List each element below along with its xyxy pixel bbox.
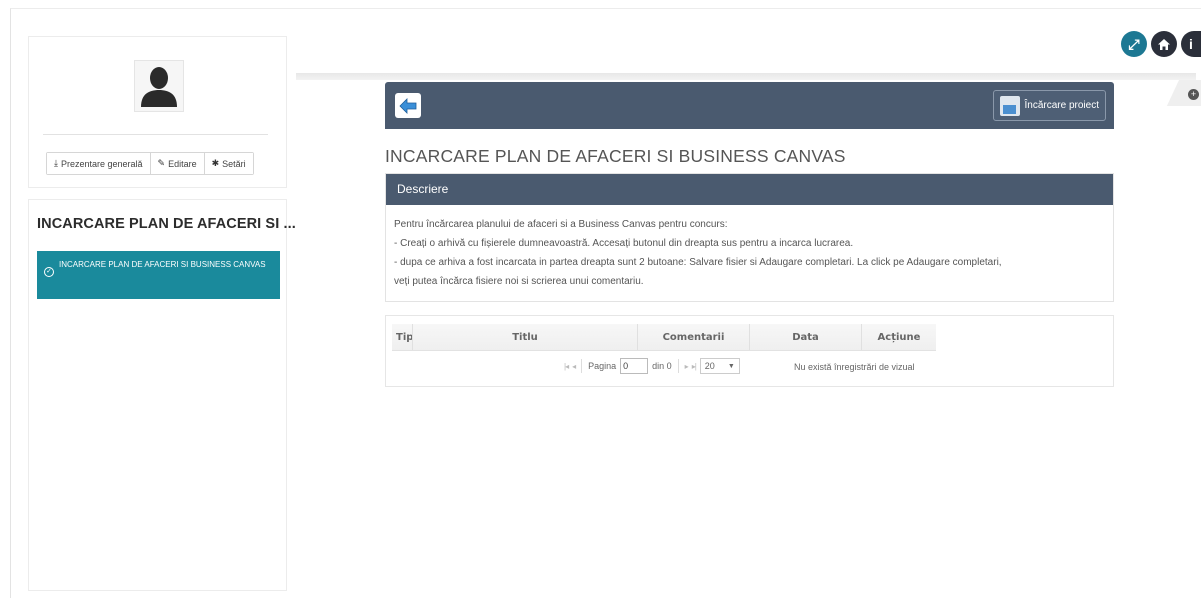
upload-project-label: Încărcare proiect: [1024, 100, 1099, 111]
description-body: Pentru încărcarea planului de afaceri si…: [386, 205, 1113, 291]
sidebar-item-business-plan[interactable]: ✓ INCARCARE PLAN DE AFACERI SI BUSINESS …: [37, 251, 280, 299]
top-right-toolbar: ⤢ i: [1121, 31, 1201, 57]
fullscreen-icon[interactable]: ⤢: [1121, 31, 1147, 57]
pager-separator: [677, 359, 679, 373]
description-line: Pentru încărcarea planului de afaceri si…: [394, 219, 728, 230]
column-header-date[interactable]: Data: [750, 324, 862, 350]
tab-overview-label: Prezentare generală: [60, 158, 143, 169]
empty-records-message: Nu există înregistrări de vizual: [794, 362, 915, 372]
menu-title: INCARCARE PLAN DE AFACERI SI ...: [37, 216, 296, 232]
right-panel-toggle[interactable]: +: [1166, 80, 1201, 106]
sidebar-menu: INCARCARE PLAN DE AFACERI SI ... ✓ INCAR…: [28, 199, 296, 591]
column-header-title[interactable]: Titlu: [413, 324, 638, 350]
last-page-icon[interactable]: ▸|: [692, 362, 697, 371]
next-page-icon[interactable]: ▸: [685, 362, 689, 371]
back-button[interactable]: [395, 93, 421, 118]
check-circle-icon: ✓: [44, 267, 54, 277]
plus-icon: +: [1188, 89, 1199, 100]
upload-icon: [999, 95, 1020, 116]
gear-icon: ✱: [211, 158, 220, 168]
pager-separator: [581, 359, 583, 373]
files-grid: Tip Titlu Comentarii Data Acțiune |◂ ◂ P…: [385, 315, 1114, 387]
top-divider: [296, 73, 1196, 80]
page-number-input[interactable]: [620, 358, 649, 374]
upload-project-button[interactable]: Încărcare proiect: [992, 90, 1106, 121]
page-label: Pagina: [588, 361, 617, 371]
description-panel: Descriere Pentru încărcarea planului de …: [385, 173, 1114, 302]
info-icon[interactable]: i: [1181, 31, 1201, 57]
profile-card: ⤓ Prezentare generală ✎ Editare ✱ Setări: [28, 36, 287, 188]
description-header: Descriere: [386, 174, 1113, 205]
divider: [43, 134, 268, 135]
page-size-value: 20: [704, 361, 715, 371]
column-header-action[interactable]: Acțiune: [862, 324, 936, 350]
user-silhouette-icon: [141, 67, 177, 107]
chevron-down-icon: ▼: [727, 362, 735, 370]
back-arrow-icon: [399, 97, 417, 114]
download-icon: ⤓: [54, 158, 58, 168]
sidebar-item-label: INCARCARE PLAN DE AFACERI SI BUSINESS CA…: [59, 260, 266, 269]
description-line: veți putea încărca fisiere noi si scrier…: [394, 276, 644, 287]
page-total-label: din 0: [652, 361, 672, 371]
main-toolbar: Încărcare proiect: [385, 82, 1114, 129]
first-page-icon[interactable]: |◂: [564, 362, 569, 371]
pager: |◂ ◂ Pagina din 0 ▸ ▸| 20 ▼: [564, 358, 740, 374]
tab-settings[interactable]: ✱ Setări: [204, 153, 253, 174]
tab-settings-label: Setări: [222, 158, 246, 169]
prev-page-icon[interactable]: ◂: [572, 362, 576, 371]
tab-edit-label: Editare: [168, 158, 197, 169]
column-header-type[interactable]: Tip: [392, 324, 413, 350]
description-line: - dupa ce arhiva a fost incarcata in par…: [394, 257, 1002, 268]
grid-header: Tip Titlu Comentarii Data Acțiune: [392, 324, 936, 351]
profile-tabs: ⤓ Prezentare generală ✎ Editare ✱ Setări: [46, 152, 254, 175]
column-header-comments[interactable]: Comentarii: [638, 324, 750, 350]
tab-edit[interactable]: ✎ Editare: [150, 153, 205, 174]
home-icon[interactable]: [1151, 31, 1177, 57]
avatar: [134, 60, 184, 112]
tab-overview[interactable]: ⤓ Prezentare generală: [47, 153, 151, 174]
page-title: INCARCARE PLAN DE AFACERI SI BUSINESS CA…: [385, 146, 846, 166]
pencil-icon: ✎: [157, 158, 166, 168]
page-size-select[interactable]: 20 ▼: [699, 358, 740, 374]
description-line: - Creați o arhivă cu fișierele dumneavoa…: [394, 238, 854, 249]
